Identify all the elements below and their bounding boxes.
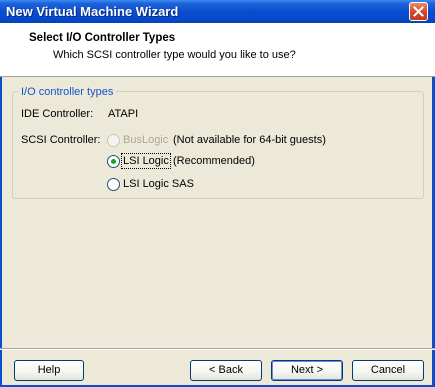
lsi-logic-sas-label[interactable]: LSI Logic SAS — [123, 178, 194, 190]
buslogic-radio[interactable] — [107, 134, 120, 147]
buslogic-label[interactable]: BusLogic — [123, 134, 168, 146]
ide-controller-label: IDE Controller: — [21, 108, 94, 120]
wizard-window: New Virtual Machine Wizard Select I/O Co… — [0, 0, 435, 387]
close-icon — [413, 6, 424, 17]
scsi-controller-label: SCSI Controller: — [21, 134, 101, 146]
page-title: Select I/O Controller Types — [29, 32, 176, 44]
window-border-left — [0, 23, 2, 387]
back-button[interactable]: < Back — [190, 360, 262, 381]
wizard-header: Select I/O Controller Types Which SCSI c… — [0, 23, 435, 77]
group-legend: I/O controller types — [18, 86, 117, 98]
buslogic-note: (Not available for 64-bit guests) — [173, 134, 326, 146]
window-title: New Virtual Machine Wizard — [6, 4, 179, 19]
lsi-logic-note: (Recommended) — [173, 155, 255, 167]
next-button[interactable]: Next > — [271, 360, 343, 381]
page-subtitle: Which SCSI controller type would you lik… — [53, 49, 296, 61]
lsi-logic-sas-radio[interactable] — [107, 178, 120, 191]
title-bar[interactable]: New Virtual Machine Wizard — [0, 0, 435, 23]
cancel-button[interactable]: Cancel — [352, 360, 424, 381]
close-button[interactable] — [409, 2, 428, 21]
footer-separator — [0, 348, 435, 350]
ide-controller-value: ATAPI — [108, 108, 139, 120]
radio-selected-dot — [111, 159, 116, 164]
lsi-logic-radio[interactable] — [107, 155, 120, 168]
help-button[interactable]: Help — [14, 360, 84, 381]
lsi-logic-label[interactable]: LSI Logic — [121, 153, 171, 169]
